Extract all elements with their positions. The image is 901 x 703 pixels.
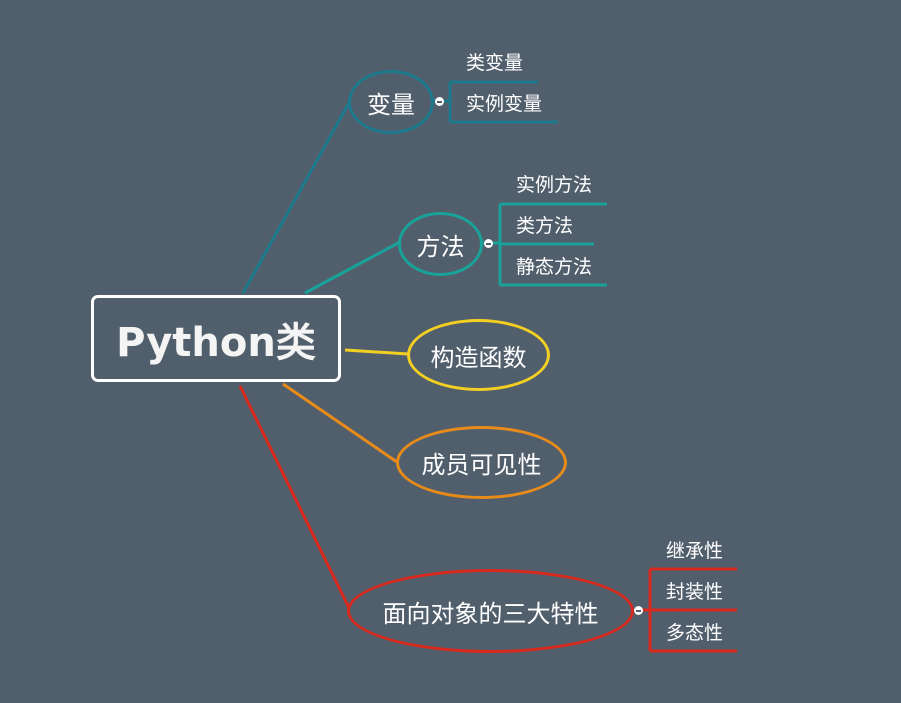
leaf-inheritance[interactable]: 继承性 [666, 539, 723, 563]
collapse-toggle-methods[interactable] [484, 239, 493, 248]
leaf-encapsulation[interactable]: 封装性 [666, 580, 723, 604]
collapse-toggle-variables[interactable] [435, 97, 444, 106]
root-topic[interactable]: Python类 [91, 295, 341, 382]
edge-visibility [282, 382, 398, 464]
edge-constructor [344, 348, 409, 356]
leaf-instance-variable[interactable]: 实例变量 [466, 92, 542, 116]
leaf-class-method[interactable]: 类方法 [516, 214, 573, 238]
edge-variables [241, 100, 352, 294]
leaf-polymorphism[interactable]: 多态性 [666, 621, 723, 645]
topic-visibility[interactable]: 成员可见性 [396, 426, 567, 499]
collapse-toggle-oop[interactable] [634, 606, 643, 615]
leaf-instance-method[interactable]: 实例方法 [516, 173, 592, 197]
leaf-static-method[interactable]: 静态方法 [516, 255, 592, 279]
topic-variables[interactable]: 变量 [348, 70, 434, 134]
topic-oop[interactable]: 面向对象的三大特性 [347, 569, 634, 653]
leaf-class-variable[interactable]: 类变量 [466, 51, 523, 75]
topic-constructor[interactable]: 构造函数 [407, 319, 550, 391]
mind-map-canvas: Python类 变量 方法 构造函数 成员可见性 面向对象的三大特性 类变量 实… [0, 0, 901, 703]
edge-methods [304, 240, 401, 295]
topic-methods[interactable]: 方法 [398, 212, 483, 276]
